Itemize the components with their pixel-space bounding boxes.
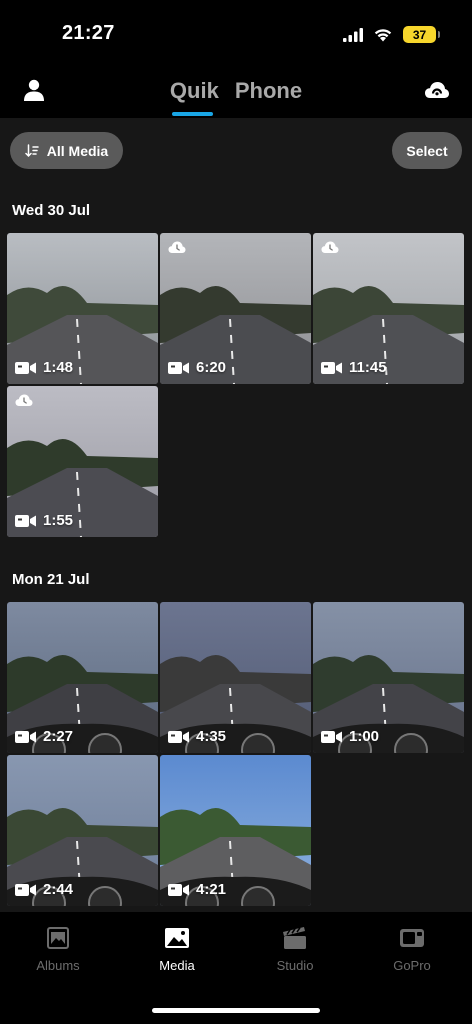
header-tabs: Quik Phone: [0, 78, 472, 104]
video-thumbnail[interactable]: 11:45: [313, 233, 464, 384]
nav-gopro[interactable]: GoPro: [362, 926, 462, 973]
wifi-icon: [374, 29, 392, 42]
duration-text: 4:35: [196, 728, 227, 745]
duration-text: 1:00: [349, 728, 380, 745]
section-date-1: Wed 30 Jul: [12, 202, 91, 219]
video-duration: 1:55: [15, 512, 73, 529]
tab-phone[interactable]: Phone: [235, 78, 302, 104]
video-duration: 4:21: [168, 881, 226, 898]
cloud-icon: [15, 394, 33, 406]
nav-albums-label: Albums: [36, 958, 80, 973]
video-thumbnail[interactable]: 1:00: [313, 602, 464, 753]
all-media-filter-button[interactable]: All Media: [10, 132, 123, 169]
video-camera-icon: [15, 514, 36, 527]
video-camera-icon: [321, 361, 342, 374]
section-date-2: Mon 21 Jul: [12, 571, 90, 588]
status-icons: 37: [343, 26, 440, 43]
video-thumbnail[interactable]: 2:44: [7, 755, 158, 906]
video-camera-icon: [168, 730, 189, 743]
nav-albums[interactable]: Albums: [8, 926, 108, 973]
video-camera-icon: [168, 361, 189, 374]
video-camera-icon: [15, 730, 36, 743]
select-button[interactable]: Select: [392, 132, 462, 169]
nav-studio-label: Studio: [276, 958, 314, 973]
cellular-signal-icon: [343, 27, 363, 42]
sort-icon: [25, 143, 39, 157]
video-duration: 1:48: [15, 359, 73, 376]
video-thumbnail[interactable]: 4:21: [160, 755, 311, 906]
nav-media[interactable]: Media: [127, 926, 227, 973]
nav-gopro-label: GoPro: [393, 958, 431, 973]
home-indicator: [152, 1008, 320, 1013]
active-tab-indicator: [172, 112, 213, 116]
duration-text: 6:20: [196, 359, 227, 376]
video-duration: 2:27: [15, 728, 73, 745]
video-duration: 2:44: [15, 881, 73, 898]
status-bar: 21:27 37: [0, 0, 472, 62]
duration-text: 11:45: [349, 359, 387, 376]
duration-text: 1:55: [43, 512, 74, 529]
media-grid-area[interactable]: All Media Select Wed 30 Jul Mon 21 Jul 1…: [0, 118, 472, 912]
video-duration: 4:35: [168, 728, 226, 745]
duration-text: 4:21: [196, 881, 227, 898]
video-thumbnail[interactable]: 4:35: [160, 602, 311, 753]
tab-quik[interactable]: Quik: [170, 78, 219, 104]
video-thumbnail[interactable]: 6:20: [160, 233, 311, 384]
cloud-icon: [168, 241, 186, 253]
cloud-sync-icon[interactable]: [424, 78, 450, 102]
albums-icon: [47, 927, 69, 949]
video-thumbnail[interactable]: 2:27: [7, 602, 158, 753]
gopro-camera-icon: [400, 929, 424, 947]
video-duration: 1:00: [321, 728, 379, 745]
video-duration: 6:20: [168, 359, 226, 376]
video-duration: 11:45: [321, 359, 387, 376]
status-time: 21:27: [62, 22, 115, 44]
video-camera-icon: [15, 361, 36, 374]
app-header: Quik Phone: [0, 62, 472, 118]
video-camera-icon: [168, 883, 189, 896]
media-icon: [165, 928, 189, 948]
video-thumbnail[interactable]: 1:55: [7, 386, 158, 537]
video-camera-icon: [321, 730, 342, 743]
battery-indicator: 37: [403, 26, 440, 43]
duration-text: 2:44: [43, 881, 74, 898]
video-thumbnail[interactable]: 1:48: [7, 233, 158, 384]
video-camera-icon: [15, 883, 36, 896]
clapperboard-icon: [283, 927, 306, 949]
nav-media-label: Media: [159, 958, 195, 973]
media-toolbar: All Media Select: [10, 132, 462, 170]
duration-text: 1:48: [43, 359, 74, 376]
filter-label: All Media: [46, 142, 109, 159]
cloud-icon: [321, 241, 339, 253]
nav-studio[interactable]: Studio: [245, 926, 345, 973]
duration-text: 2:27: [43, 728, 74, 745]
